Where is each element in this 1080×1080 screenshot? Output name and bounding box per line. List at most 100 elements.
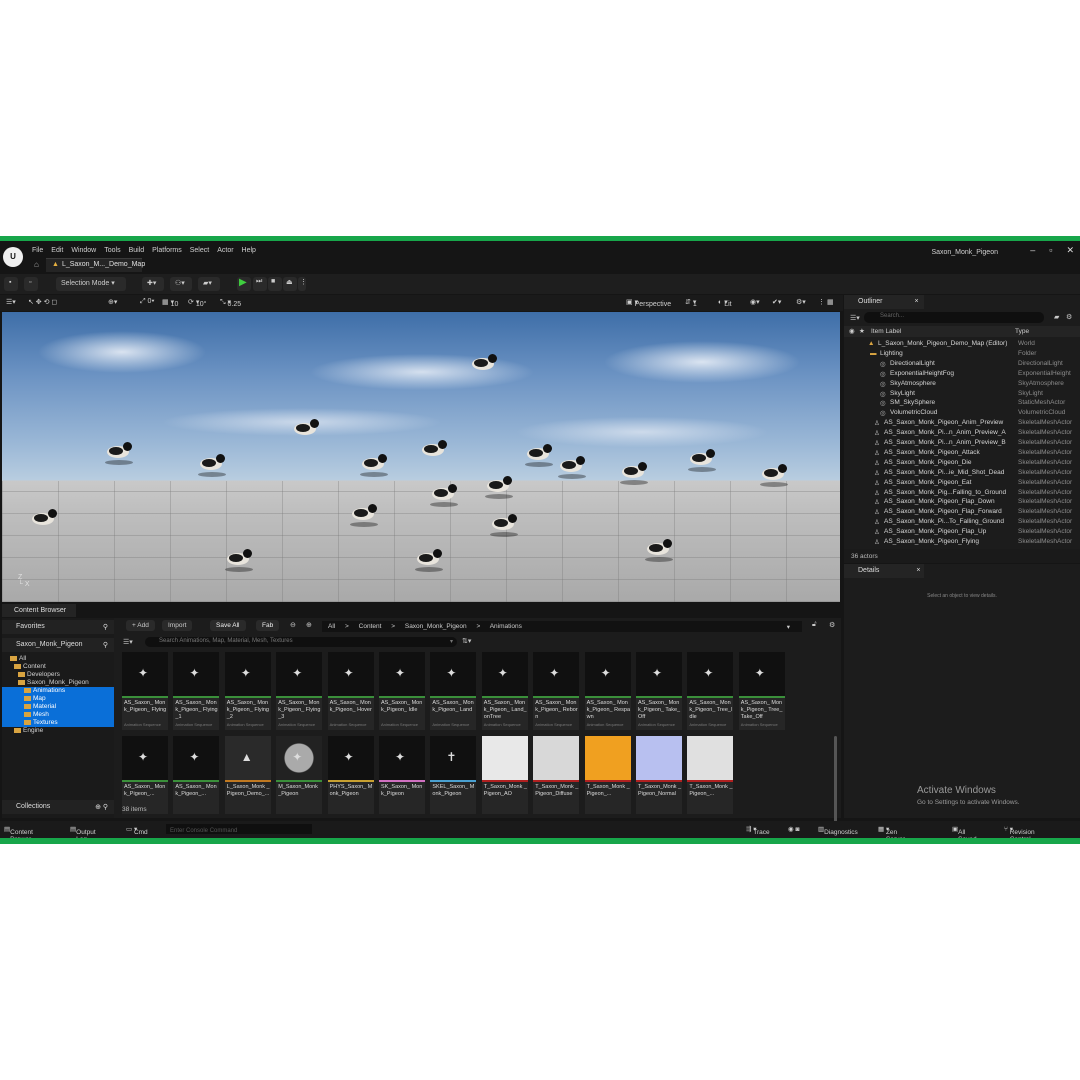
search-icon[interactable]: ⊕ ⚲ bbox=[95, 803, 108, 811]
crumb-content[interactable]: Content bbox=[359, 623, 382, 630]
transform-tools-icon[interactable]: ↖ ✥ ⟲ ◻ bbox=[28, 298, 57, 306]
menu-actor[interactable]: Actor bbox=[216, 247, 240, 254]
history-back-icon[interactable]: ⊖ bbox=[290, 621, 296, 629]
blueprint-icon[interactable]: ⚇▾ bbox=[170, 277, 192, 291]
menu-window[interactable]: Window bbox=[70, 247, 103, 254]
asset-tile[interactable]: ✦ AS_Saxon_ Monk_Pigeon_ Hover Animation S… bbox=[327, 652, 374, 730]
outliner-row[interactable]: ▲ L_Saxon_Monk_Pigeon_Demo_Map (Editor) Wo… bbox=[844, 339, 1080, 349]
maximize-icon[interactable]: ▫ bbox=[1049, 245, 1052, 256]
history-forward-icon[interactable]: ⊕ bbox=[306, 621, 312, 629]
trace-dropdown[interactable]: ⇶ Trace ▾ bbox=[746, 825, 770, 836]
asset-tile[interactable]: ✦ AS_Saxon_ Monk_Pigeon_ Flying Animation … bbox=[122, 652, 168, 730]
grid-snap[interactable]: ▦ 10 ▾ bbox=[162, 298, 178, 308]
asset-search-input[interactable]: Search Animations, Map, Material, Mesh, … bbox=[145, 637, 457, 647]
tree-item-saxon-monk-pigeon[interactable]: Saxon_Monk_Pigeon bbox=[2, 679, 114, 687]
outliner-row[interactable]: ♙ AS_Saxon_Monk_Pi...n_Anim_Preview_A Skel… bbox=[844, 428, 1080, 438]
asset-tile[interactable]: ✦ PHYS_Saxon_ Monk_Pigeon bbox=[327, 736, 374, 814]
asset-tile[interactable]: ✦ AS_Saxon_ Monk_Pigeon_ Reborn Animation … bbox=[533, 652, 580, 730]
filter-icon[interactable]: ☰▾ bbox=[850, 314, 860, 322]
unreal-logo-icon[interactable]: U bbox=[3, 247, 23, 267]
outliner-row[interactable]: ◎ SkyLight SkyLight bbox=[844, 389, 1080, 399]
visibility-icon[interactable]: ◉ bbox=[849, 327, 855, 335]
record-icon[interactable]: ◉ ◙ bbox=[788, 825, 799, 833]
minimize-icon[interactable]: – bbox=[1030, 245, 1035, 256]
add-folder-icon[interactable]: ▰ bbox=[1054, 313, 1059, 321]
content-browser-tab[interactable]: Content Browser bbox=[2, 604, 76, 617]
outliner-row[interactable]: ▬ Lighting Folder bbox=[844, 349, 1080, 359]
outliner-row[interactable]: ◎ SM_SkySphere StaticMeshActor bbox=[844, 398, 1080, 408]
outliner-row[interactable]: ◎ VolumetricCloud VolumetricCloud bbox=[844, 408, 1080, 418]
level-tab[interactable]: ▲ L_Saxon_M..._Demo_Map bbox=[46, 258, 145, 272]
home-icon[interactable]: ⌂ bbox=[34, 260, 39, 269]
import-button[interactable]: Import bbox=[162, 620, 193, 631]
world-local-icon[interactable]: ⊕▾ bbox=[108, 298, 117, 306]
asset-tile[interactable]: T_Saxon_Monk _Pigeon_... bbox=[584, 736, 631, 814]
settings-icon[interactable]: ⚙ bbox=[829, 621, 835, 629]
eject-icon[interactable]: ⏏ bbox=[283, 277, 297, 291]
settings-icon[interactable]: ⚙▾ bbox=[796, 298, 806, 306]
asset-tile[interactable]: ✦ AS_Saxon_ Monk_Pigeon_ Flying_1 Animatio… bbox=[173, 652, 220, 730]
tree-item-map[interactable]: Map bbox=[2, 695, 114, 703]
level-viewport[interactable]: Z └ X bbox=[2, 312, 840, 602]
outliner-row[interactable]: ◎ SkyAtmosphere SkyAtmosphere bbox=[844, 379, 1080, 389]
camera-speed[interactable]: ⇵ 1 ▾ bbox=[685, 298, 697, 308]
content-icon[interactable]: ▫ bbox=[24, 277, 38, 291]
outliner-row[interactable]: ♙ AS_Saxon_Monk_Pig...Falling_to_Ground Sk… bbox=[844, 488, 1080, 498]
rotation-snap[interactable]: ⟳ 10° ▾ bbox=[188, 298, 206, 308]
outliner-row[interactable]: ♙ AS_Saxon_Monk_Pigeon_Die SkeletalMeshAct… bbox=[844, 458, 1080, 468]
menu-select[interactable]: Select bbox=[189, 247, 216, 254]
all-saved-button[interactable]: ▣ All Saved bbox=[952, 825, 977, 838]
outliner-row[interactable]: ♙ AS_Saxon_Monk_Pigeon_Flap_Down SkeletalM… bbox=[844, 497, 1080, 507]
search-icon[interactable]: ⚲ bbox=[103, 641, 108, 649]
menu-help[interactable]: Help bbox=[241, 247, 263, 254]
outliner-row[interactable]: ♙ AS_Saxon_Monk_Pigeon_Flying SkeletalMesh… bbox=[844, 537, 1080, 547]
chevron-down-icon[interactable]: ▾ bbox=[787, 623, 790, 631]
stop-icon[interactable]: ■ bbox=[268, 277, 282, 291]
asset-tile[interactable]: ✦ SK_Saxon_ Monk_Pigeon bbox=[379, 736, 425, 814]
cmd-dropdown[interactable]: ▭ Cmd ▾ bbox=[126, 825, 148, 836]
output-log-button[interactable]: ▤ Output Log bbox=[70, 825, 96, 838]
asset-tile[interactable]: ✝ SKEL_Saxon_ Monk_Pigeon bbox=[430, 736, 477, 814]
crumb-all[interactable]: All bbox=[328, 623, 335, 630]
asset-scrollbar[interactable] bbox=[834, 736, 837, 828]
asset-tile[interactable]: ✦ AS_Saxon_ Monk_Pigeon_ Respawn Animation… bbox=[584, 652, 631, 730]
tree-item-textures[interactable]: Textures bbox=[2, 719, 114, 727]
add-button[interactable]: + Add bbox=[126, 620, 155, 631]
layout-icon[interactable]: ⋮ ▦ bbox=[818, 298, 834, 306]
surface-snap-icon[interactable]: ⤢ 0▾ bbox=[140, 298, 154, 306]
step-icon[interactable]: ⏭ bbox=[253, 277, 267, 291]
collections-section[interactable]: Collections ⊕ ⚲ bbox=[2, 800, 114, 814]
favorites-section[interactable]: Favorites ⚲ bbox=[2, 620, 114, 634]
diagnostics-button[interactable]: ▥ Diagnostics bbox=[818, 825, 858, 836]
tree-item-engine[interactable]: Engine bbox=[2, 727, 114, 735]
col-type[interactable]: Type bbox=[1015, 328, 1029, 335]
menu-build[interactable]: Build bbox=[128, 247, 152, 254]
asset-tile[interactable]: ✦ AS_Saxon_ Monk_Pigeon_ Take_Off Animatio… bbox=[636, 652, 682, 730]
pin-icon[interactable]: ★ bbox=[859, 327, 865, 335]
fab-button[interactable]: Fab bbox=[256, 620, 280, 631]
settings-icon[interactable]: ⚙ bbox=[1066, 313, 1072, 321]
asset-tile[interactable]: ✦ AS_Saxon_ Monk_Pigeon_ Land_onTree Anima… bbox=[481, 652, 528, 730]
tree-item-mesh[interactable]: Mesh bbox=[2, 711, 114, 719]
filter-icon[interactable]: ☰▾ bbox=[123, 638, 133, 646]
menu-platforms[interactable]: Platforms bbox=[151, 247, 189, 254]
chevron-down-icon[interactable]: ▾ bbox=[450, 638, 453, 645]
outliner-search-input[interactable]: Search... bbox=[864, 312, 1044, 323]
details-tab[interactable]: Details × bbox=[844, 564, 924, 578]
outliner-row[interactable]: ♙ AS_Saxon_Monk_Pigeon_Attack SkeletalMesh… bbox=[844, 448, 1080, 458]
viewport-menu-icon[interactable]: ☰▾ bbox=[6, 298, 16, 306]
revision-control-button[interactable]: ⑂ Revision Control ▾ bbox=[1004, 825, 1035, 838]
project-section[interactable]: Saxon_Monk_Pigeon ⚲ bbox=[2, 638, 114, 652]
asset-tile[interactable]: ▲ L_Saxon_Monk _Pigeon_Demo_... bbox=[224, 736, 271, 814]
scale-snap[interactable]: ⤡ 0.25 ▾ bbox=[220, 298, 241, 308]
asset-tile[interactable]: ✦ AS_Saxon_ Monk_Pigeon_ Tree_Take_Off Ani… bbox=[738, 652, 785, 730]
search-icon[interactable]: ⚲ bbox=[103, 623, 108, 631]
outliner-tab[interactable]: Outliner × bbox=[844, 295, 924, 309]
asset-tile[interactable]: ✦ AS_Saxon_ Monk_Pigeon_ Flying_2 Animatio… bbox=[224, 652, 271, 730]
col-item-label[interactable]: Item Label bbox=[871, 328, 901, 335]
zen-server-button[interactable]: ▦ Zen Server ▾ bbox=[878, 825, 905, 838]
outliner-row[interactable]: ♙ AS_Saxon_Monk_Pigeon_Flap_Up SkeletalMes… bbox=[844, 527, 1080, 537]
outliner-row[interactable]: ♙ AS_Saxon_Monk_Pi...To_Falling_Ground Ske… bbox=[844, 517, 1080, 527]
tree-item-all[interactable]: All bbox=[2, 655, 114, 663]
asset-tile[interactable]: ✦ AS_Saxon_ Monk_Pigeon_ Idle Animation Se… bbox=[379, 652, 425, 730]
